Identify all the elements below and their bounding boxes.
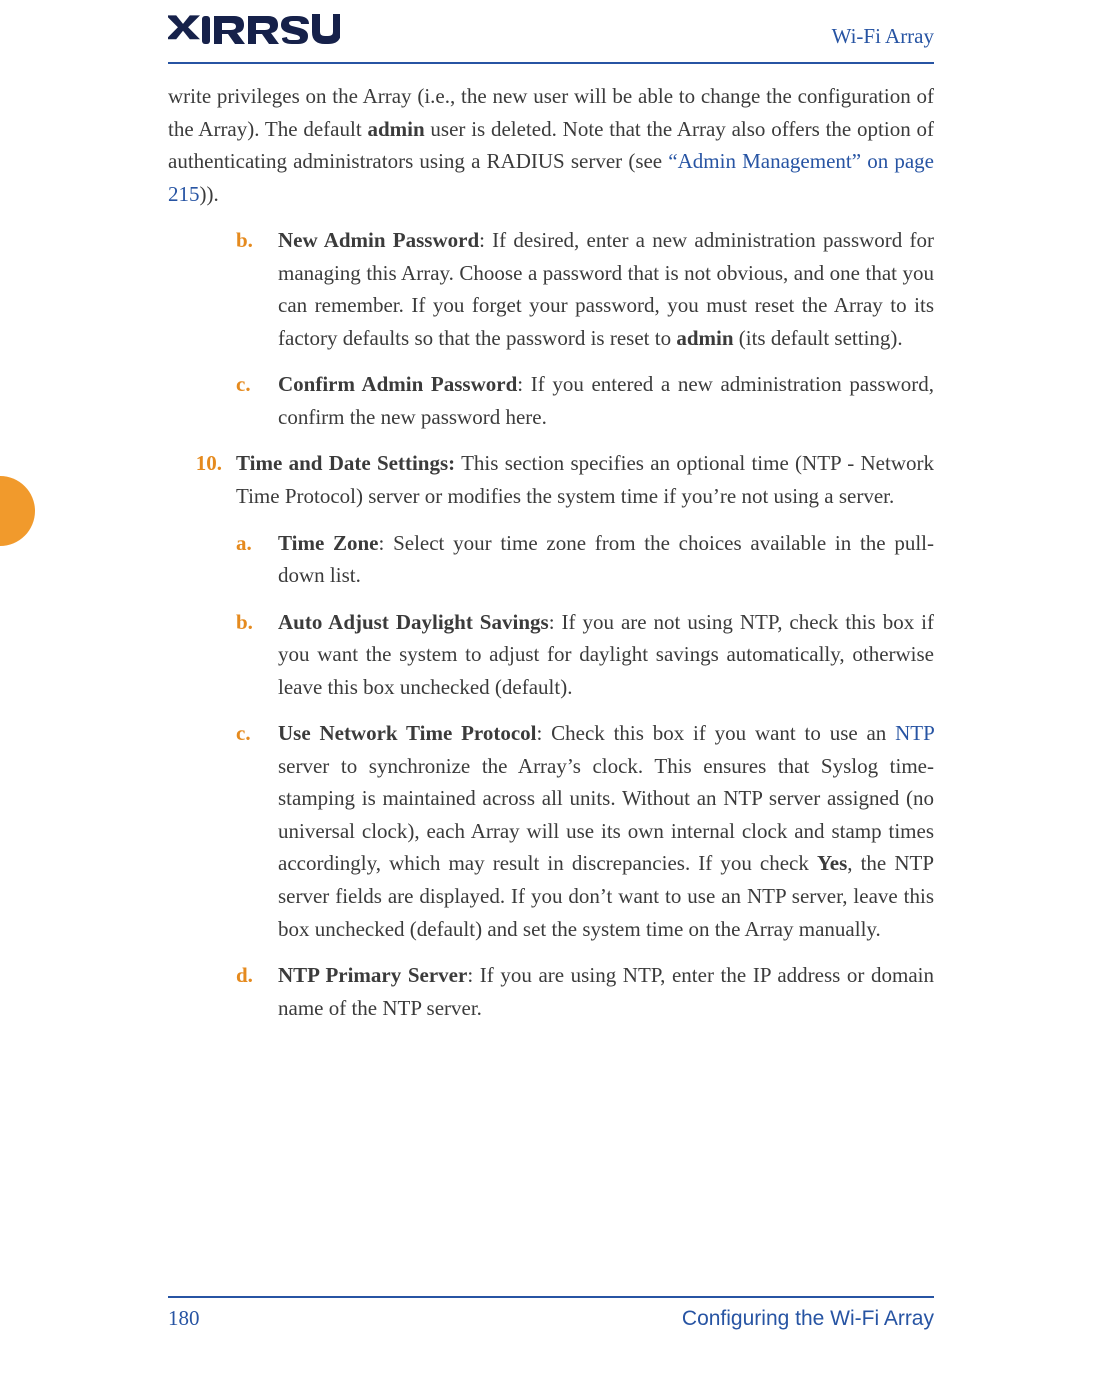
page-header: R Wi-Fi Array <box>168 18 934 64</box>
num-body: Time and Date Settings: This section spe… <box>236 447 934 512</box>
text-bold: NTP Primary Server <box>278 963 467 987</box>
sub-item-c: c. Confirm Admin Password: If you entere… <box>236 368 934 433</box>
sub-label: a. <box>236 527 278 592</box>
sub-body: New Admin Password: If desired, enter a … <box>278 224 934 354</box>
sub-item-d2: d. NTP Primary Server: If you are using … <box>236 959 934 1024</box>
sub-label: b. <box>236 224 278 354</box>
sub-label: d. <box>236 959 278 1024</box>
text-bold: Auto Adjust Daylight Savings <box>278 610 549 634</box>
page-footer: 180 Configuring the Wi-Fi Array <box>168 1296 934 1331</box>
sub-label: c. <box>236 368 278 433</box>
footer-title: Configuring the Wi-Fi Array <box>682 1307 934 1331</box>
text-bold: New Admin Password <box>278 228 479 252</box>
text-bold: Yes <box>817 851 847 875</box>
sub-body: Use Network Time Protocol: Check this bo… <box>278 717 934 945</box>
sub-item-a2: a. Time Zone: Select your time zone from… <box>236 527 934 592</box>
brand-text: Wi-Fi Array <box>832 24 934 49</box>
text-bold: Use Network Time Protocol <box>278 721 537 745</box>
text-bold: admin <box>676 326 733 350</box>
sub-body: Time Zone: Select your time zone from th… <box>278 527 934 592</box>
sub-body: Auto Adjust Daylight Savings: If you are… <box>278 606 934 704</box>
num-item-10: 10. Time and Date Settings: This section… <box>168 447 934 512</box>
text-bold: admin <box>367 117 424 141</box>
text-bold: Confirm Admin Password <box>278 372 517 396</box>
num-label: 10. <box>168 447 236 512</box>
sub-body: Confirm Admin Password: If you entered a… <box>278 368 934 433</box>
sub-item-c2: c. Use Network Time Protocol: Check this… <box>236 717 934 945</box>
text-bold: Time Zone <box>278 531 379 555</box>
side-tab-marker <box>0 476 35 546</box>
text: (its default setting). <box>734 326 903 350</box>
body-content: write privileges on the Array (i.e., the… <box>168 80 934 1038</box>
page: R Wi-Fi Array write privileges on the Ar… <box>0 0 1094 1381</box>
sub-item-b: b. New Admin Password: If desired, enter… <box>236 224 934 354</box>
sub-label: b. <box>236 606 278 704</box>
sub-label: c. <box>236 717 278 945</box>
svg-text:R: R <box>336 17 340 23</box>
sub-item-b2: b. Auto Adjust Daylight Savings: If you … <box>236 606 934 704</box>
page-number: 180 <box>168 1306 200 1331</box>
link-ntp[interactable]: NTP <box>895 721 934 745</box>
text: )). <box>200 182 219 206</box>
xirrus-logo: R <box>168 12 340 48</box>
text-bold: Time and Date Settings: <box>236 451 455 475</box>
text: : Check this box if you want to use an <box>537 721 896 745</box>
sub-body: NTP Primary Server: If you are using NTP… <box>278 959 934 1024</box>
para-continuation: write privileges on the Array (i.e., the… <box>168 80 934 210</box>
